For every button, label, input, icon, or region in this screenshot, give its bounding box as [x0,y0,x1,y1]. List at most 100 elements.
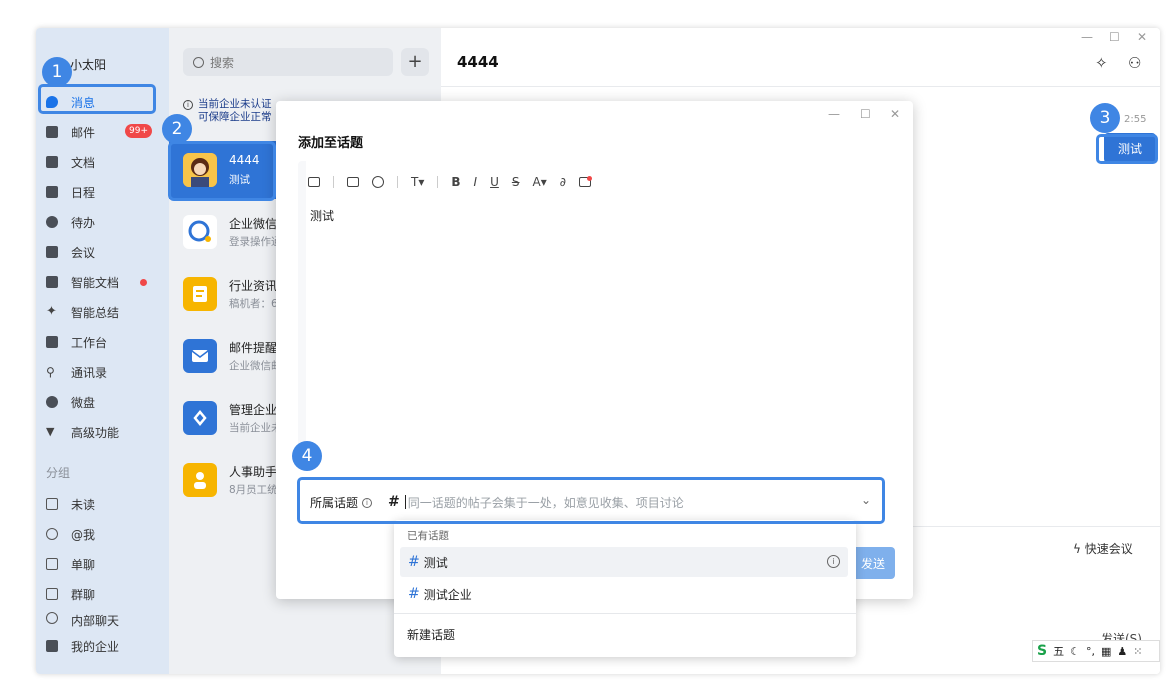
topic-option[interactable]: # 测试企业 [400,579,848,609]
manage-enterprise-icon [183,401,217,435]
annotation-number: 1 [42,57,72,87]
advanced-icon: ▼ [46,425,55,438]
highlight-box-topic [297,477,885,524]
annotation-number: 4 [292,441,322,471]
format-toolbar: T▾ B I U S A▾ ∂ [308,175,592,189]
add-member-icon[interactable]: ⚇ [1128,54,1141,72]
user-icon: ♟ [1117,644,1128,658]
grid-icon: ⁙ [1133,644,1143,658]
smart-doc-icon [46,276,58,288]
highlight-box-conversation [168,141,276,201]
editor-canvas [306,161,895,461]
moon-icon: ☾ [1070,644,1080,658]
sparkle-icon: ✦ [46,304,57,319]
sticker-icon[interactable] [578,176,592,187]
dialog-maximize-icon[interactable]: ☐ [860,107,871,121]
emoji-icon[interactable] [372,176,384,188]
highlight-box-messages [38,84,156,114]
notification-dot [140,279,147,286]
chat-title: 4444 [457,53,499,71]
search-icon [193,56,204,68]
internal-chat-icon [46,612,58,624]
drive-icon [46,396,58,408]
group-chat-icon [46,588,58,600]
image-icon[interactable] [308,177,320,187]
sidebar-group-enterprise[interactable]: 我的企业 [44,634,156,658]
topic-option[interactable]: # 测试 i [400,547,848,577]
keyboard-icon: ▦ [1100,644,1112,658]
strikethrough-icon[interactable]: S [512,175,520,189]
toolbar-divider [333,176,334,188]
sidebar-item-docs[interactable]: 文档 [44,150,156,174]
calendar-icon [46,186,58,198]
sidebar-group-single-chat[interactable]: 单聊 [44,552,156,576]
todo-icon [46,216,58,228]
toolbar-divider [397,176,398,188]
maximize-icon[interactable]: ☐ [1109,30,1120,44]
single-chat-icon [46,558,58,570]
workbench-icon [46,336,58,348]
new-topic-button[interactable]: 新建话题 [407,626,455,643]
doc-icon [46,156,58,168]
add-button[interactable]: + [401,48,429,76]
close-icon[interactable]: ✕ [1137,30,1147,44]
sidebar-item-todo[interactable]: 待办 [44,210,156,234]
sidebar-group-at-me[interactable]: @我 [44,522,156,546]
hr-assistant-icon [183,463,217,497]
dialog-close-icon[interactable]: ✕ [890,107,900,121]
header-divider [441,86,1160,87]
italic-icon[interactable]: I [474,175,478,189]
sidebar-item-smart-doc[interactable]: 智能文档 [44,270,156,294]
sidebar-item-contacts[interactable]: ⚲ 通讯录 [44,360,156,384]
minimize-icon[interactable]: — [1081,30,1093,44]
hash-icon: # [408,586,420,602]
ime-logo-icon: S [1037,643,1048,659]
at-icon [46,528,58,540]
dialog-minimize-icon[interactable]: — [828,107,840,121]
editor-content[interactable]: 测试 [310,207,334,224]
bold-icon[interactable]: B [451,175,460,189]
mail-reminder-icon [183,339,217,373]
contacts-icon: ⚲ [46,365,55,379]
folder-icon[interactable] [347,177,359,187]
send-button[interactable]: 发送 [851,547,895,579]
mail-badge: 99+ [125,124,152,138]
info-icon: i [183,100,193,110]
sidebar-item-advanced[interactable]: ▼ 高级功能 [44,420,156,444]
hash-icon: # [408,554,420,570]
post-editor[interactable]: T▾ B I U S A▾ ∂ 测试 [298,161,895,461]
group-section-title: 分组 [46,466,71,480]
search-input[interactable]: 搜索 [183,48,393,76]
ime-toolbar[interactable]: S 五 ☾ °, ▦ ♟ ⁙ [1032,640,1160,662]
message-time: 2:55 [1124,114,1147,125]
unread-icon [46,498,58,510]
underline-icon[interactable]: U [490,175,499,189]
sidebar: 小太阳 消息 邮件 99+ 文档 日程 待办 会议 智能文档 ✦ 智能总结 工作… [36,28,169,674]
user-name[interactable]: 小太阳 [70,56,106,73]
dialog-title: 添加至话题 [298,136,364,151]
sidebar-group-group-chat[interactable]: 群聊 [44,582,156,606]
sidebar-item-calendar[interactable]: 日程 [44,180,156,204]
link-icon[interactable]: ∂ [560,175,566,189]
sidebar-group-internal-chat[interactable]: 内部聊天 [44,612,156,628]
mail-icon [46,126,58,138]
sidebar-group-unread[interactable]: 未读 [44,492,156,516]
punctuation-icon: °, [1085,644,1095,658]
sidebar-item-mail[interactable]: 邮件 99+ [44,120,156,144]
dropdown-divider [394,613,856,614]
info-icon[interactable]: i [827,555,840,568]
sidebar-item-meeting[interactable]: 会议 [44,240,156,264]
sparkle-icon[interactable]: ✧ [1095,54,1108,72]
text-size-icon[interactable]: T▾ [411,175,424,189]
existing-topics-header: 已有话题 [407,530,449,542]
sidebar-item-workbench[interactable]: 工作台 [44,330,156,354]
enterprise-icon [46,640,58,652]
lightning-icon: ϟ [1073,542,1085,556]
quick-meeting-button[interactable]: ϟ 快速会议 [1073,540,1133,557]
sidebar-item-drive[interactable]: 微盘 [44,390,156,414]
annotation-number: 2 [162,114,192,144]
highlight-box-message [1096,134,1158,164]
font-color-icon[interactable]: A▾ [532,175,546,189]
annotation-number: 3 [1090,103,1120,133]
sidebar-item-smart-summary[interactable]: ✦ 智能总结 [44,300,156,324]
